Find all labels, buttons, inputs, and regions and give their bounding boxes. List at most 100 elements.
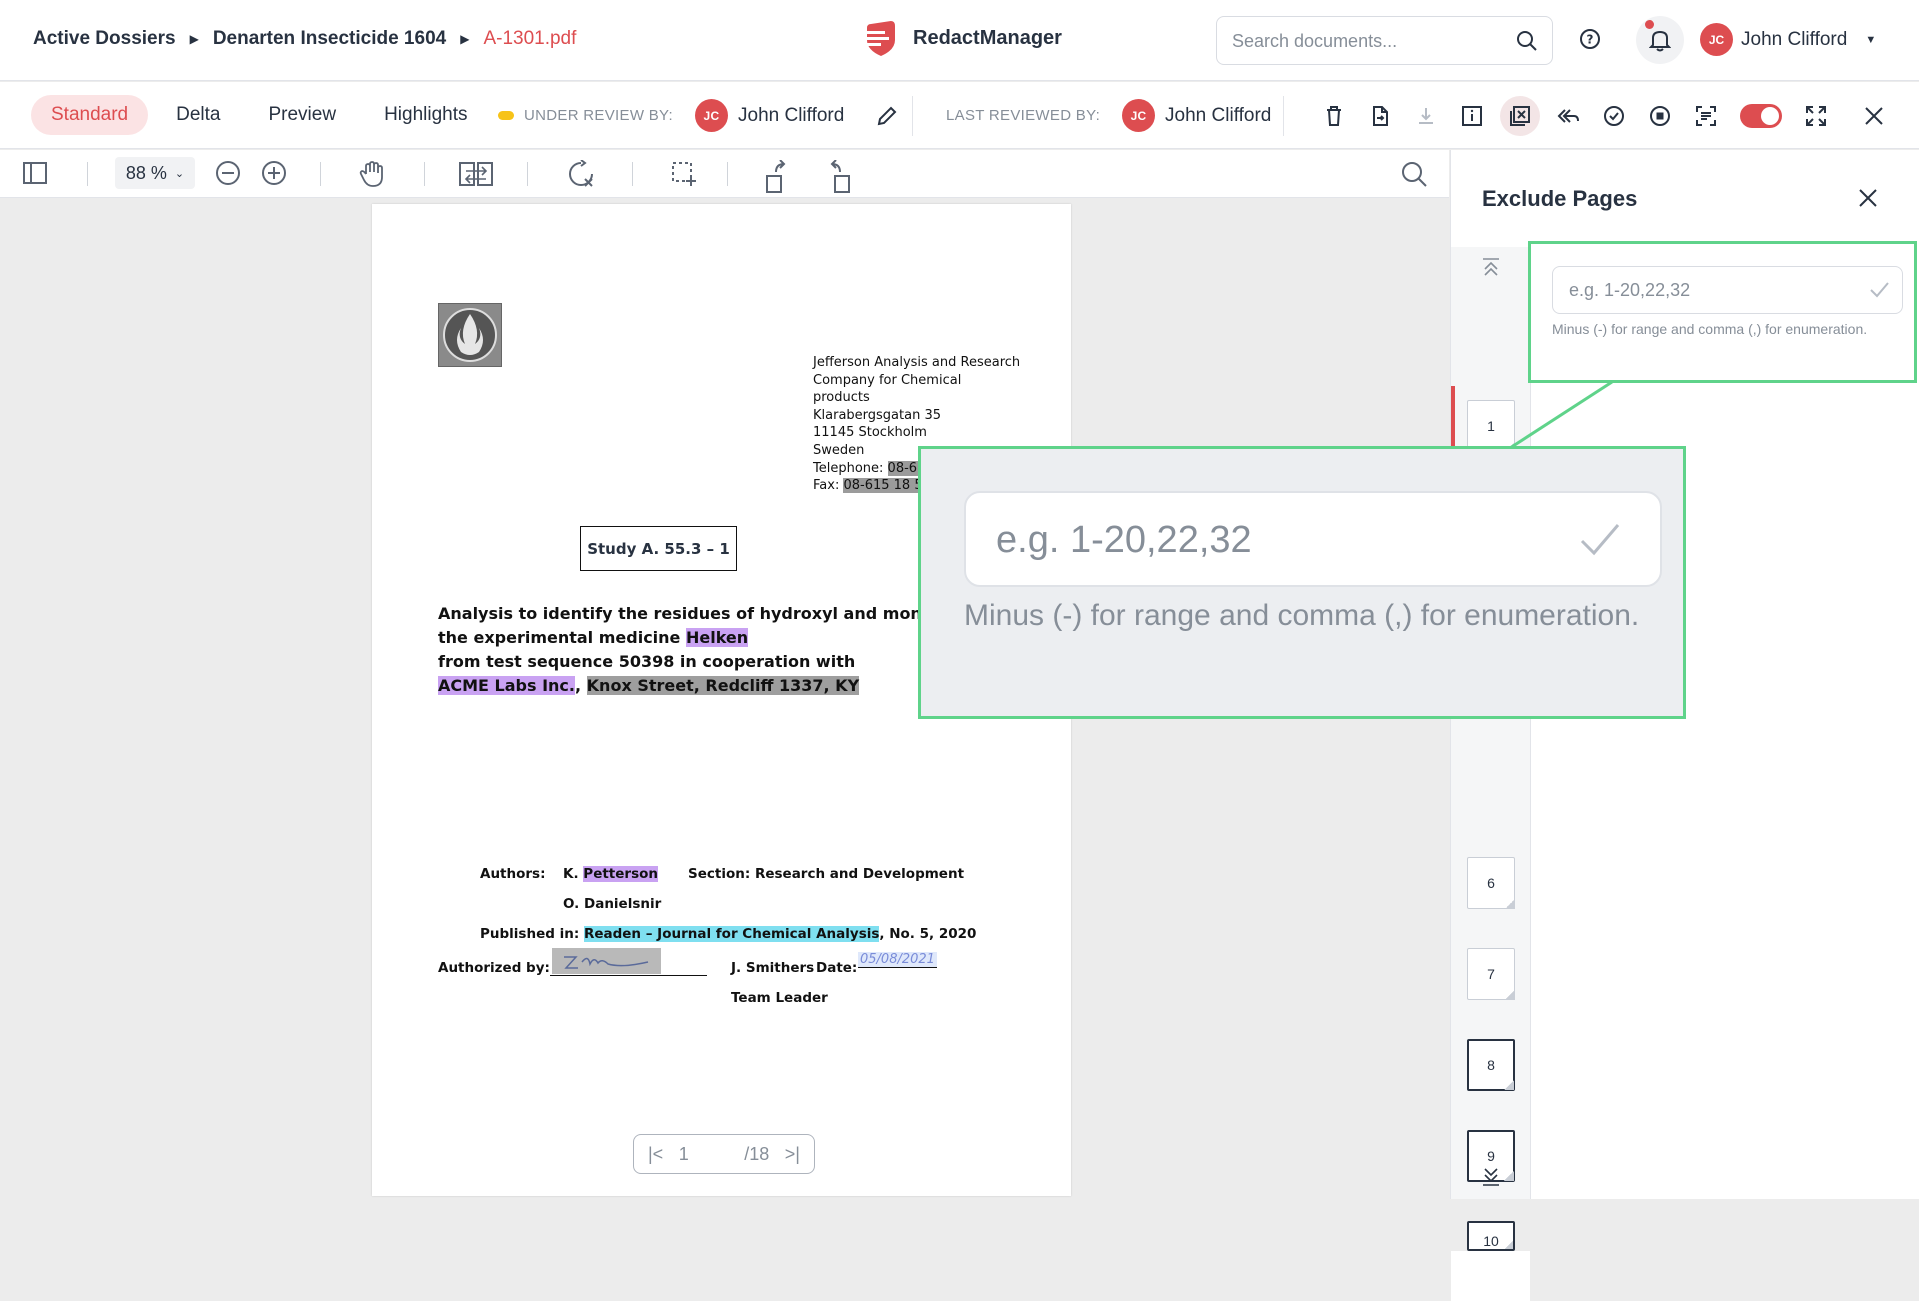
address-line: 11145 Stockholm <box>813 425 927 441</box>
annotation-highlight[interactable]: Helken <box>685 628 749 647</box>
file-export-icon <box>1373 106 1388 126</box>
area-select-icon[interactable] <box>670 160 698 188</box>
last-reviewed-label: LAST REVIEWED BY: <box>946 107 1101 124</box>
role-text: Team Leader <box>731 990 828 1006</box>
svg-text:?: ? <box>1587 33 1594 47</box>
info-button[interactable] <box>1454 96 1490 136</box>
tab-highlights[interactable]: Highlights <box>364 95 487 135</box>
thumbnails-footer <box>1451 1251 1530 1301</box>
tab-standard[interactable]: Standard <box>31 95 149 135</box>
zoom-value: 88 % <box>125 162 167 183</box>
page-thumbnail[interactable]: 8 <box>1467 1039 1515 1091</box>
first-page-icon[interactable]: |< <box>648 1144 663 1165</box>
scan-text-icon <box>1696 106 1716 126</box>
info-icon <box>1462 106 1482 126</box>
rotate-right-icon[interactable] <box>824 160 854 194</box>
close-document-button[interactable] <box>1856 96 1892 136</box>
chevron-down-icon: ⌄ <box>174 167 185 180</box>
top-bar: Active Dossiers ▶ Denarten Insecticide 1… <box>0 0 1919 81</box>
breadcrumb-arrow-icon: ▶ <box>189 32 199 46</box>
annotation-highlight[interactable]: Readen – Journal for Chemical Analysis <box>583 926 880 942</box>
user-name: John Clifford <box>1741 28 1848 50</box>
document-actions <box>1316 96 1892 136</box>
brand-name: RedactManager <box>913 26 1062 49</box>
annotations-toggle[interactable] <box>1740 104 1782 128</box>
author-2: O. Danielsnir <box>563 896 662 912</box>
export-button[interactable] <box>1362 96 1398 136</box>
annotation-highlight[interactable]: ACME Labs Inc. <box>438 676 575 695</box>
rotate-reset-icon[interactable] <box>566 160 596 190</box>
stop-button[interactable] <box>1642 96 1678 136</box>
search-in-document-icon[interactable] <box>1400 160 1428 188</box>
page-thumbnail[interactable]: 10 <box>1467 1221 1515 1251</box>
signature-image[interactable] <box>552 948 661 974</box>
rotate-left-icon[interactable] <box>762 160 792 194</box>
zoomed-placeholder: e.g. 1-20,22,32 <box>996 519 1252 561</box>
check-circle-icon <box>1604 106 1624 126</box>
reviewer-name: John Clifford <box>738 104 845 126</box>
flame-logo-icon <box>443 308 497 362</box>
search-icon[interactable] <box>1516 30 1538 52</box>
scroll-to-bottom-icon[interactable] <box>1481 1167 1501 1187</box>
tab-preview[interactable]: Preview <box>248 95 356 135</box>
current-page-input[interactable]: 1 <box>679 1144 689 1165</box>
zoom-select[interactable]: 88 % ⌄ <box>115 157 195 189</box>
published-line: Published in: Readen – Journal for Chemi… <box>480 926 977 942</box>
tab-delta[interactable]: Delta <box>156 95 240 135</box>
delete-button[interactable] <box>1316 96 1352 136</box>
authors-label: Authors: <box>480 866 546 882</box>
expand-icon <box>1806 106 1826 126</box>
address-line: Klarabergsgatan 35 <box>813 407 942 423</box>
exclude-pages-button[interactable] <box>1500 96 1540 136</box>
breadcrumb-dossiers[interactable]: Active Dossiers <box>33 28 176 50</box>
date-label: Date: <box>816 960 858 976</box>
zoomed-exclude-pages-input[interactable]: e.g. 1-20,22,32 <box>964 491 1662 587</box>
compare-pages-icon[interactable] <box>458 160 494 188</box>
zoom-in-icon[interactable] <box>261 160 287 186</box>
page-thumbnail[interactable]: 7 <box>1467 948 1515 1000</box>
reply-all-icon <box>1557 109 1579 123</box>
date-value[interactable]: 05/08/2021 <box>858 952 937 968</box>
divider <box>87 162 88 186</box>
divider <box>424 162 425 186</box>
sidebar-toggle-icon[interactable] <box>22 160 48 186</box>
annotation-highlight[interactable]: Knox Street, Redcliff 1337, KY <box>586 676 860 695</box>
help-icon[interactable]: ? <box>1578 27 1602 51</box>
callout-connector <box>1509 380 1613 450</box>
close-icon[interactable] <box>1856 186 1880 210</box>
zoom-out-icon[interactable] <box>215 160 241 186</box>
ocr-button[interactable] <box>1688 96 1724 136</box>
avatar: JC <box>1700 23 1733 56</box>
breadcrumb-dossier[interactable]: Denarten Insecticide 1604 <box>213 28 446 50</box>
approve-button[interactable] <box>1596 96 1632 136</box>
divider <box>632 162 633 186</box>
download-icon <box>1419 108 1433 124</box>
scroll-to-top-icon[interactable] <box>1481 257 1501 277</box>
signature-line <box>550 975 707 976</box>
brand-logo[interactable]: RedactManager <box>861 18 1062 58</box>
last-page-icon[interactable]: >| <box>785 1144 800 1165</box>
stop-circle-icon <box>1650 106 1670 126</box>
pan-hand-icon[interactable] <box>358 160 386 188</box>
page-thumbnail[interactable]: 6 <box>1467 857 1515 909</box>
search-input[interactable]: Search documents... <box>1216 16 1553 65</box>
download-button[interactable] <box>1408 96 1444 136</box>
document-toolbar: Standard Delta Preview Highlights UNDER … <box>0 82 1919 149</box>
company-logo <box>438 303 502 367</box>
notifications-button[interactable] <box>1636 16 1684 64</box>
section-text: Section: Research and Development <box>688 866 965 882</box>
review-status-pill <box>498 111 514 120</box>
bell-icon <box>1649 30 1671 52</box>
under-review-label: UNDER REVIEW BY: <box>524 107 673 124</box>
annotation-highlight[interactable]: Petterson <box>583 866 658 882</box>
breadcrumb: Active Dossiers ▶ Denarten Insecticide 1… <box>33 28 576 50</box>
breadcrumb-current-file: A-1301.pdf <box>483 28 577 49</box>
view-mode-tabs: Standard Delta Preview Highlights <box>31 95 488 135</box>
undo-all-button[interactable] <box>1550 96 1586 136</box>
fullscreen-button[interactable] <box>1798 96 1834 136</box>
user-menu[interactable]: JC John Clifford ▼ <box>1700 23 1876 56</box>
edit-pencil-icon[interactable] <box>876 105 898 127</box>
zoomed-callout: e.g. 1-20,22,32 Minus (-) for range and … <box>918 446 1686 719</box>
divider <box>1283 96 1284 136</box>
reviewer-avatar: JC <box>695 99 728 132</box>
